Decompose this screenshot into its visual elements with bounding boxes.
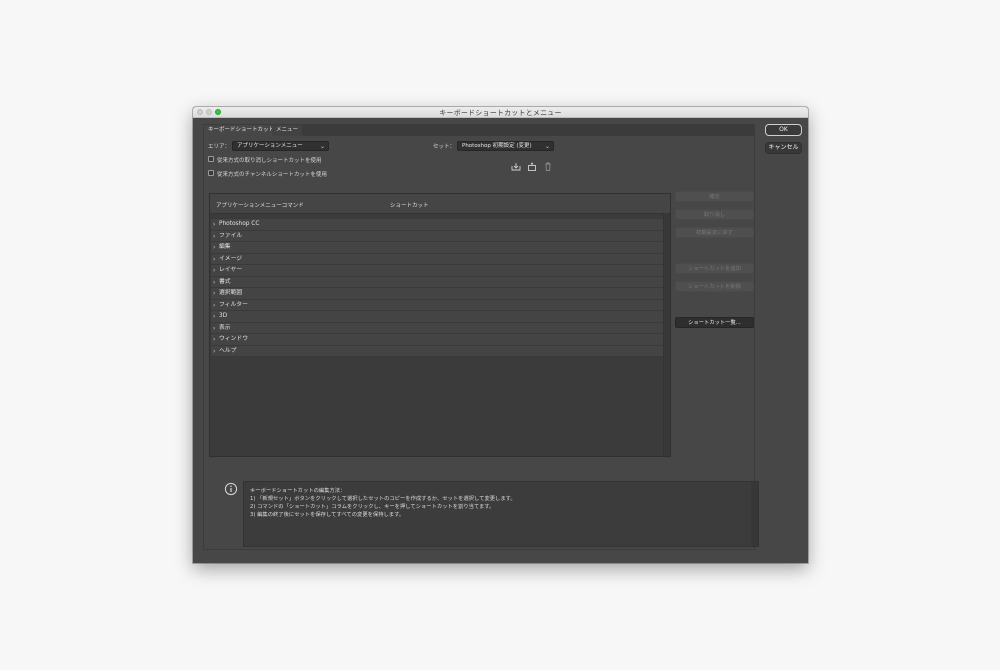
chevron-right-icon[interactable]: ›: [213, 254, 215, 265]
table-row[interactable]: › ヘルプ: [211, 345, 664, 357]
keyboard-shortcuts-dialog: キーボードショートカットとメニュー キーボードショートカット メニュー エリア：…: [193, 107, 808, 563]
instructions-title: キーボードショートカットの編集方法：: [250, 488, 346, 494]
cancel-button[interactable]: キャンセル: [765, 142, 802, 154]
legacy-undo-checkbox[interactable]: [208, 156, 214, 162]
table-scrollbar[interactable]: [663, 214, 670, 456]
delete-set-icon[interactable]: [543, 162, 553, 171]
summarize-button[interactable]: ショートカット一覧...: [675, 317, 754, 328]
table-row[interactable]: › Photoshop CC: [211, 219, 664, 231]
shortcut-table: アプリケーションメニューコマンド ショートカット › Photoshop CC ›…: [209, 193, 671, 457]
chevron-down-icon: ⌄: [544, 143, 550, 150]
set-select[interactable]: Photoshop 初期設定 (変更) ⌄: [457, 141, 554, 151]
legacy-channel-checkbox[interactable]: [208, 170, 214, 176]
column-header-command[interactable]: アプリケーションメニューコマンド: [216, 201, 304, 209]
chevron-right-icon[interactable]: ›: [213, 288, 215, 299]
table-row[interactable]: › 書式: [211, 276, 664, 288]
table-row[interactable]: › 3D: [211, 311, 664, 323]
undo-button[interactable]: 取り消し: [675, 209, 754, 220]
table-row[interactable]: › 選択範囲: [211, 288, 664, 300]
area-select[interactable]: アプリケーションメニュー ⌄: [232, 141, 329, 151]
titlebar: キーボードショートカットとメニュー: [193, 107, 808, 118]
table-row[interactable]: › レイヤー: [211, 265, 664, 277]
new-set-icon[interactable]: [527, 162, 537, 171]
chevron-right-icon[interactable]: ›: [213, 300, 215, 311]
instructions-box: キーボードショートカットの編集方法： 1) 「新規セット」ボタンをクリックして選…: [243, 481, 759, 547]
add-shortcut-button[interactable]: ショートカットを追加: [675, 263, 754, 274]
chevron-right-icon[interactable]: ›: [213, 323, 215, 334]
table-row[interactable]: › フィルター: [211, 299, 664, 311]
table-row[interactable]: › イメージ: [211, 253, 664, 265]
tab-menus[interactable]: メニュー: [272, 125, 303, 136]
ok-button[interactable]: OK: [765, 124, 802, 136]
save-set-icon[interactable]: [511, 162, 521, 171]
chevron-right-icon[interactable]: ›: [213, 346, 215, 357]
table-row[interactable]: › 編集: [211, 242, 664, 254]
main-panel: キーボードショートカット メニュー エリア： アプリケーションメニュー ⌄ セッ…: [203, 124, 759, 550]
info-icon: [224, 482, 238, 496]
delete-shortcut-button[interactable]: ショートカットを削除: [675, 281, 754, 292]
column-header-shortcut[interactable]: ショートカット: [390, 201, 429, 209]
instructions-step-2: 2) コマンドの「ショートカット」コラムをクリックし、キーを押してショートカット…: [250, 504, 495, 510]
chevron-right-icon[interactable]: ›: [213, 277, 215, 288]
chevron-right-icon[interactable]: ›: [213, 231, 215, 242]
tab-keyboard-shortcuts[interactable]: キーボードショートカット: [204, 125, 279, 136]
table-row[interactable]: › 表示: [211, 322, 664, 334]
use-default-button[interactable]: 初期設定に戻す: [675, 227, 754, 238]
chevron-right-icon[interactable]: ›: [213, 265, 215, 276]
table-header: アプリケーションメニューコマンド ショートカット: [210, 194, 670, 214]
area-label: エリア：: [208, 144, 231, 150]
chevron-right-icon[interactable]: ›: [213, 334, 215, 345]
set-label: セット：: [433, 144, 456, 150]
instructions-step-3: 3) 編集の終了後にセットを保存してすべての変更を保持します。: [250, 512, 405, 518]
accept-button[interactable]: 確定: [675, 191, 754, 202]
instructions-step-1: 1) 「新規セット」ボタンをクリックして選択したセットのコピーを作成するか、セッ…: [250, 496, 516, 502]
tab-bar: キーボードショートカット メニュー: [204, 125, 754, 136]
legacy-channel-label: 従来方式のチャンネルショートカットを使用: [217, 172, 327, 178]
chevron-right-icon[interactable]: ›: [213, 219, 215, 230]
area-select-value: アプリケーションメニュー: [237, 143, 303, 149]
window-title: キーボードショートカットとメニュー: [439, 109, 562, 117]
table-rows: › Photoshop CC › ファイル › 編集 › イメージ › レイヤー › 書式 …: [211, 219, 664, 357]
chevron-right-icon[interactable]: ›: [213, 311, 215, 322]
table-row[interactable]: › ファイル: [211, 230, 664, 242]
table-row[interactable]: › ウィンドウ: [211, 334, 664, 346]
set-select-value: Photoshop 初期設定 (変更): [462, 143, 532, 149]
chevron-down-icon: ⌄: [319, 143, 325, 150]
legacy-undo-label: 従来方式の取り消しショートカットを使用: [217, 158, 322, 164]
chevron-right-icon[interactable]: ›: [213, 242, 215, 253]
instructions-scrollbar[interactable]: [751, 482, 758, 546]
